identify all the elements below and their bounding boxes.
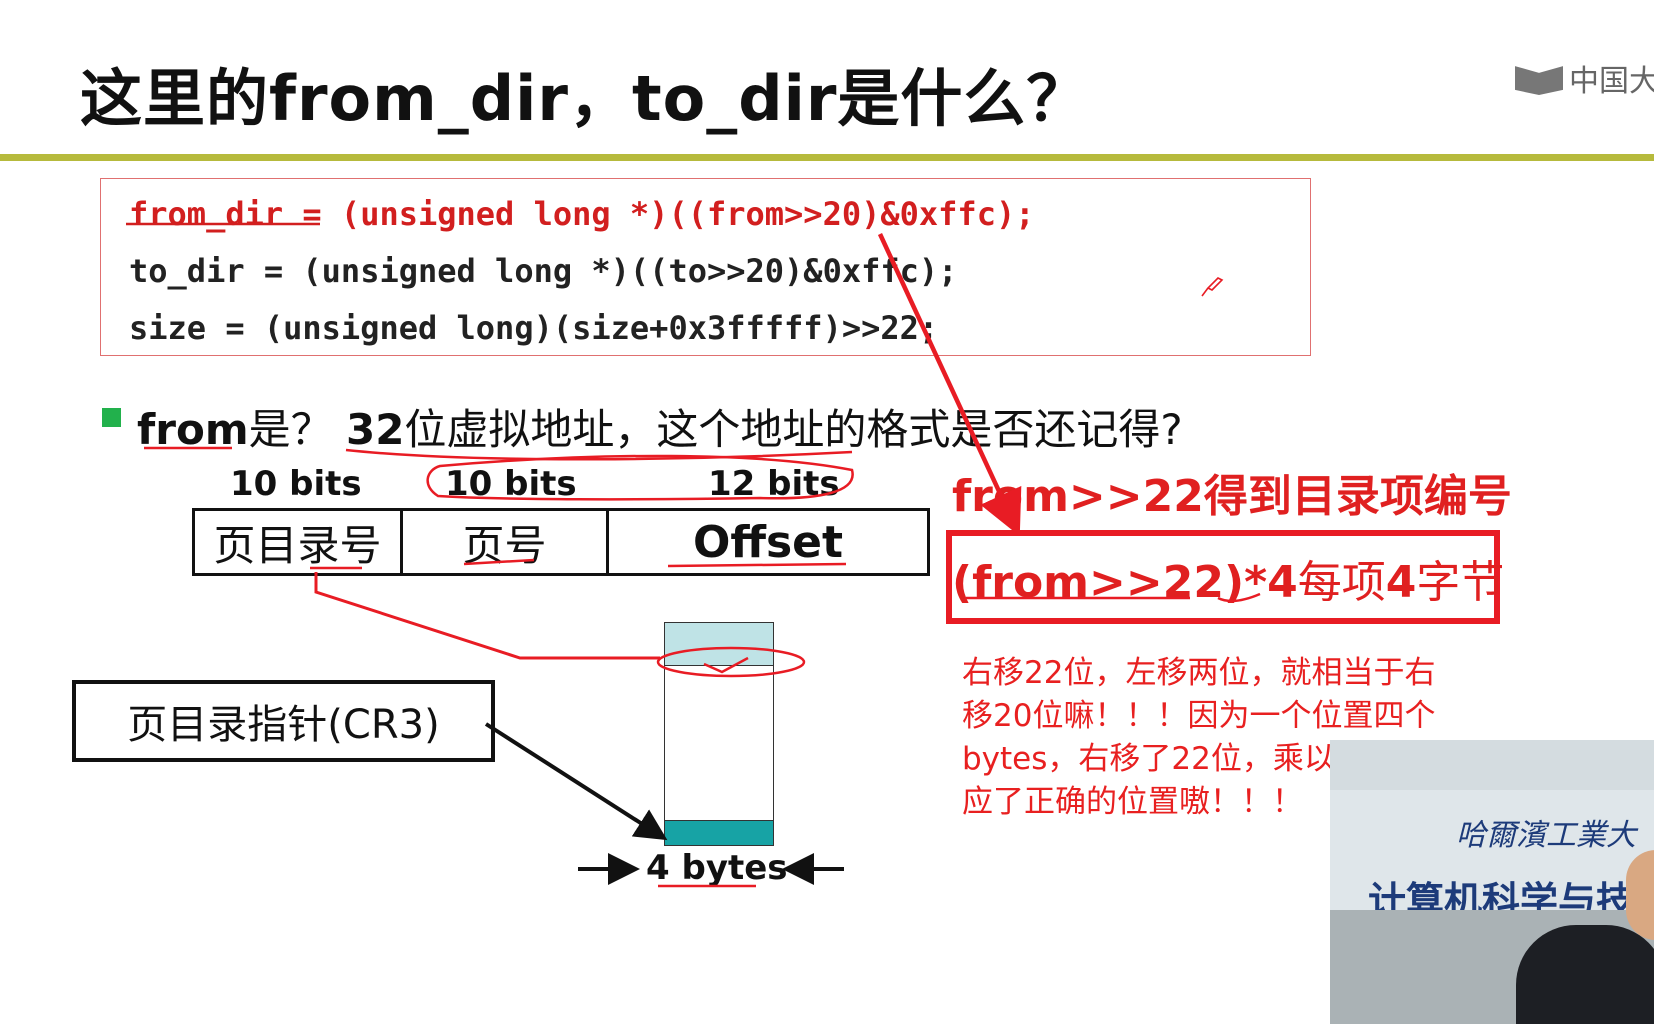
- table-entry-selected: [665, 643, 773, 666]
- field-page-directory: 页目录号: [195, 511, 403, 573]
- annotation-shift-22: from>>22得到目录项编号: [952, 471, 1512, 522]
- hand-arrow-dir-to-entry: [314, 572, 660, 660]
- mooc-logo: 中国大: [1515, 58, 1654, 99]
- book-icon: [1515, 66, 1563, 95]
- title-divider: [0, 154, 1654, 161]
- annotation-four: 4: [1385, 557, 1417, 608]
- logo-text: 中国大: [1569, 64, 1654, 99]
- annotation-bytes: 字节: [1416, 557, 1505, 608]
- video-school-name: 哈爾濱工業大: [1456, 818, 1636, 853]
- code-line-size: size = (unsigned long)(size+0x3fffff)>>2…: [129, 309, 939, 347]
- address-format-table: 页目录号 页号 Offset: [192, 508, 930, 576]
- annotation-times-4: (from>>22)*4每项4字节: [952, 546, 1504, 610]
- arrow-cr3-to-table: [484, 722, 668, 841]
- question-from: from: [137, 405, 249, 454]
- field-page-number: 页号: [403, 511, 609, 573]
- slide-title: 这里的from_dir，to_dir是什么？: [80, 62, 1090, 135]
- code-line-to-dir: to_dir = (unsigned long *)((to>>20)&0xff…: [129, 252, 958, 290]
- question-line: from是？ 32位虚拟地址，这个地址的格式是否还记得?: [137, 396, 1183, 457]
- bullet-square: [102, 408, 121, 427]
- lecturer-body: [1516, 925, 1654, 1024]
- question-text-1: 是？: [248, 405, 346, 454]
- page-directory-table: [664, 622, 774, 846]
- bits-label-page: 10 bits: [445, 464, 577, 504]
- question-32: 32: [345, 405, 405, 454]
- cr3-box: 页目录指针(CR3): [72, 680, 495, 762]
- table-entry-base: [665, 820, 773, 845]
- lecturer-head: [1626, 850, 1654, 940]
- annotation-expr: (from>>22)*4: [952, 557, 1298, 608]
- field-offset: Offset: [692, 516, 844, 568]
- code-line-from-dir: from_dir = (unsigned long *)((from>>20)&…: [129, 195, 1035, 233]
- lecturer-video-overlay: 哈爾濱工業大 计算机科学与技: [1330, 740, 1654, 1024]
- question-text-2: 位虚拟地址，这个地址的格式是否还记得?: [404, 405, 1183, 454]
- annotation-each: 每项: [1297, 557, 1386, 608]
- code-block: from_dir = (unsigned long *)((from>>20)&…: [100, 178, 1311, 356]
- video-banner: 哈爾濱工業大 计算机科学与技: [1330, 790, 1654, 923]
- bits-label-dir: 10 bits: [230, 464, 362, 504]
- table-entry-top: [665, 623, 773, 644]
- entry-size-label: 4 bytes: [646, 848, 788, 888]
- bits-label-offset: 12 bits: [708, 464, 840, 504]
